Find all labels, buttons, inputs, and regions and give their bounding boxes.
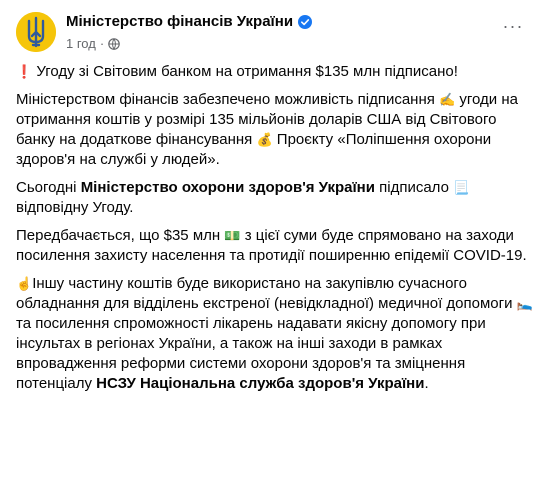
bed-icon: 🛌 xyxy=(516,296,533,311)
writing-hand-icon: ✍ xyxy=(439,92,456,107)
paragraph-4-text-a: Передбачається, що $35 млн xyxy=(16,227,225,244)
meta-separator: · xyxy=(99,36,105,51)
nszu-link[interactable]: НСЗУ Національна служба здоров'я України xyxy=(96,375,424,392)
post-text: ❗ Угоду зі Світовим банком на отримання … xyxy=(16,62,534,402)
paragraph-2: Міністерством фінансів забезпечено можли… xyxy=(16,90,534,170)
page-name-row: Міністерство фінансів України xyxy=(66,13,313,30)
page-avatar[interactable] xyxy=(16,12,56,52)
verified-badge-icon xyxy=(298,14,313,29)
paragraph-3-text-c: відповідну Угоду. xyxy=(16,199,134,216)
post-header: Міністерство фінансів України 1 год · ··… xyxy=(16,10,535,56)
paragraph-2-text-a: Міністерством фінансів забезпечено можли… xyxy=(16,91,440,108)
page-name-link[interactable]: Міністерство фінансів України xyxy=(66,13,293,30)
more-dots-icon: ··· xyxy=(502,16,524,36)
dollar-banknote-icon: 💵 xyxy=(224,228,241,243)
paragraph-4: Передбачається, що $35 млн 💵 з цієї суми… xyxy=(16,226,534,266)
moh-link[interactable]: Міністерство охорони здоров'я України xyxy=(81,179,375,196)
paragraph-1-text: Угоду зі Світовим банком на отримання $1… xyxy=(32,63,458,80)
money-bag-icon: 💰 xyxy=(256,132,273,147)
globe-icon[interactable] xyxy=(108,37,120,50)
paragraph-5-text-a: Іншу частину коштів буде використано на … xyxy=(16,275,517,312)
paragraph-5: ☝Іншу частину коштів буде використано на… xyxy=(16,274,534,394)
more-options-button[interactable]: ··· xyxy=(497,12,529,40)
paragraph-3-text-a: Сьогодні xyxy=(16,179,81,196)
paragraph-5-text-c: . xyxy=(424,375,429,392)
pointing-up-icon: ☝ xyxy=(16,276,33,291)
paragraph-3-text-b: підписало xyxy=(374,179,454,196)
post-timestamp[interactable]: 1 год xyxy=(66,36,96,51)
paragraph-1: ❗ Угоду зі Світовим банком на отримання … xyxy=(16,62,534,82)
facebook-post: Міністерство фінансів України 1 год · ··… xyxy=(0,0,545,478)
trident-icon xyxy=(16,12,56,52)
exclamation-icon: ❗ xyxy=(16,64,33,79)
post-meta: 1 год · xyxy=(66,36,120,51)
paragraph-3: Сьогодні Міністерство охорони здоров'я У… xyxy=(16,178,534,218)
document-icon: 📃 xyxy=(453,180,470,195)
